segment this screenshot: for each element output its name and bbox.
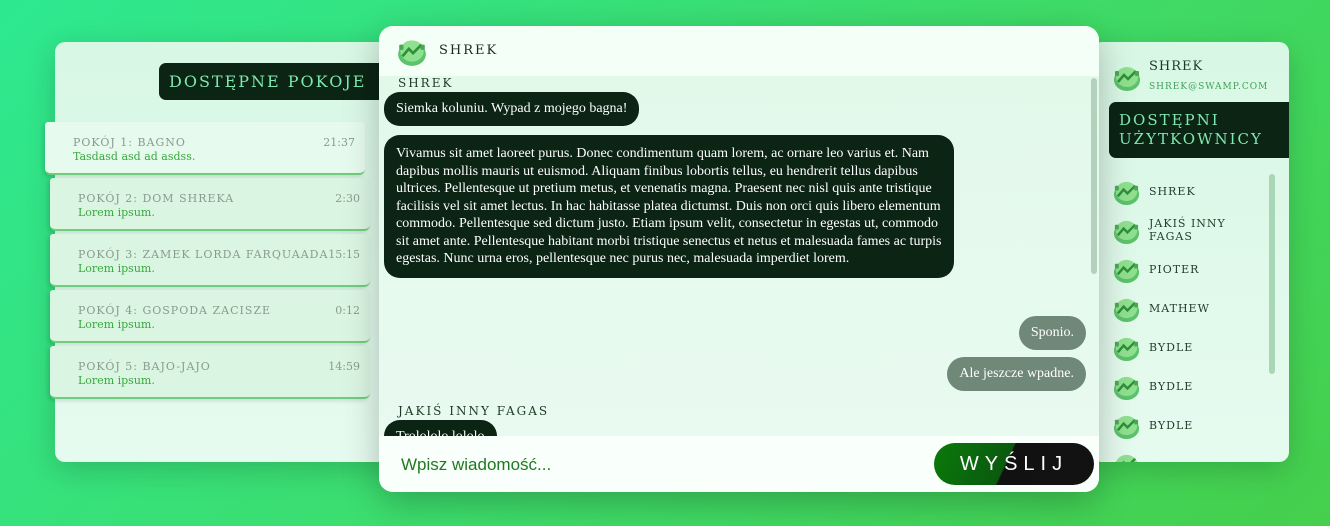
- user-name: SHREK: [1149, 184, 1196, 198]
- room-last-message: Lorem ipsum.: [78, 262, 155, 275]
- chat-title: SHREK: [439, 43, 499, 58]
- rooms-panel: DOSTĘPNE POKOJE POKÓJ 1: BAGNO 21:37 Tas…: [45, 42, 399, 462]
- room-name: POKÓJ 2: DOM SHREKA: [78, 192, 235, 205]
- message-bubble: Siemka koluniu. Wypad z mojego bagna!: [384, 92, 640, 126]
- users-scrollbar[interactable]: [1269, 174, 1275, 374]
- user-item[interactable]: PIOTER: [1112, 254, 1272, 284]
- user-item[interactable]: JAKIŚ INNY FAGAS: [1112, 215, 1272, 245]
- shrek-avatar-icon: [1112, 450, 1141, 462]
- user-name: MATHEW: [1149, 301, 1210, 315]
- user-name: PIOTER: [1149, 262, 1200, 276]
- room-name: POKÓJ 1: BAGNO: [73, 136, 186, 149]
- room-time: 15:15: [328, 248, 360, 261]
- room-name: POKÓJ 4: GOSPODA ZACISZE: [78, 304, 272, 317]
- message-bubble: Vivamus sit amet laoreet purus. Donec co…: [384, 135, 954, 278]
- shrek-avatar-icon: [1112, 255, 1141, 284]
- room-time: 2:30: [335, 192, 360, 205]
- room-item-3[interactable]: POKÓJ 3: ZAMEK LORDA FARQUAADA 15:15 Lor…: [50, 234, 370, 287]
- room-last-message: Lorem ipsum.: [78, 318, 155, 331]
- room-item-2[interactable]: POKÓJ 2: DOM SHREKA 2:30 Lorem ipsum.: [50, 178, 370, 231]
- users-title-line2: UŻYTKOWNICY: [1119, 130, 1263, 148]
- room-last-message: Lorem ipsum.: [78, 206, 155, 219]
- user-name: BYDLE: [1149, 379, 1194, 393]
- room-time: 0:12: [335, 304, 360, 317]
- room-time: 21:37: [323, 136, 355, 149]
- rooms-title: DOSTĘPNE POKOJE: [159, 63, 399, 100]
- user-item[interactable]: MATHEW: [1112, 293, 1272, 323]
- room-item-4[interactable]: POKÓJ 4: GOSPODA ZACISZE 0:12 Lorem ipsu…: [50, 290, 370, 343]
- message-input[interactable]: [399, 448, 923, 482]
- shrek-avatar-icon: [1112, 177, 1141, 206]
- profile-name: SHREK: [1149, 59, 1204, 74]
- message-bubble-own: Sponio.: [1018, 316, 1086, 350]
- profile-email: SHREK@SWAMP.COM: [1149, 82, 1269, 92]
- shrek-avatar-icon: [1112, 333, 1141, 362]
- room-last-message: Tasdasd asd ad asdss.: [73, 150, 196, 163]
- message-composer: WYŚLIJ: [379, 436, 1099, 492]
- chat-header: SHREK: [379, 26, 1099, 76]
- user-item[interactable]: SHREK: [1112, 176, 1272, 206]
- users-title-line1: DOSTĘPNI: [1119, 111, 1220, 129]
- room-item-5[interactable]: POKÓJ 5: BAJO-JAJO 14:59 Lorem ipsum.: [50, 346, 370, 399]
- user-name: BYDLE: [1149, 340, 1194, 354]
- message-list: SHREK Siemka koluniu. Wypad z mojego bag…: [379, 76, 1099, 436]
- room-last-message: Lorem ipsum.: [78, 374, 155, 387]
- shrek-avatar-icon: [1112, 372, 1141, 401]
- shrek-avatar-icon: [1112, 411, 1141, 440]
- room-name: POKÓJ 5: BAJO-JAJO: [78, 360, 211, 373]
- message-sender: SHREK: [398, 76, 454, 90]
- messages-scrollbar[interactable]: [1091, 78, 1097, 274]
- room-name: POKÓJ 3: ZAMEK LORDA FARQUAADA: [78, 248, 329, 261]
- shrek-avatar-icon: [1112, 216, 1141, 245]
- room-time: 14:59: [328, 360, 360, 373]
- shrek-avatar-icon: [1112, 294, 1141, 323]
- shrek-avatar-icon: [396, 35, 428, 67]
- chat-window: SHREK SHREK Siemka koluniu. Wypad z moje…: [379, 26, 1099, 492]
- user-item[interactable]: BYDLE: [1112, 332, 1272, 362]
- user-name: BYDLE: [1149, 418, 1194, 432]
- user-item[interactable]: BYDLE: [1112, 410, 1272, 440]
- users-panel: SHREK SHREK@SWAMP.COM DOSTĘPNI UŻYTKOWNI…: [1092, 42, 1289, 462]
- user-name: JAKIŚ INNY FAGAS: [1149, 217, 1226, 243]
- message-bubble-own: Ale jeszcze wpadne.: [947, 357, 1086, 391]
- user-item[interactable]: [1112, 449, 1272, 462]
- message-sender: JAKIŚ INNY FAGAS: [398, 404, 550, 418]
- room-item-1[interactable]: POKÓJ 1: BAGNO 21:37 Tasdasd asd ad asds…: [45, 122, 365, 175]
- users-title: DOSTĘPNI UŻYTKOWNICY: [1109, 102, 1289, 158]
- send-button[interactable]: WYŚLIJ: [934, 443, 1094, 485]
- user-item[interactable]: BYDLE: [1112, 371, 1272, 401]
- message-bubble: Trolololo lololo: [384, 420, 497, 436]
- shrek-avatar-icon: [1112, 62, 1142, 92]
